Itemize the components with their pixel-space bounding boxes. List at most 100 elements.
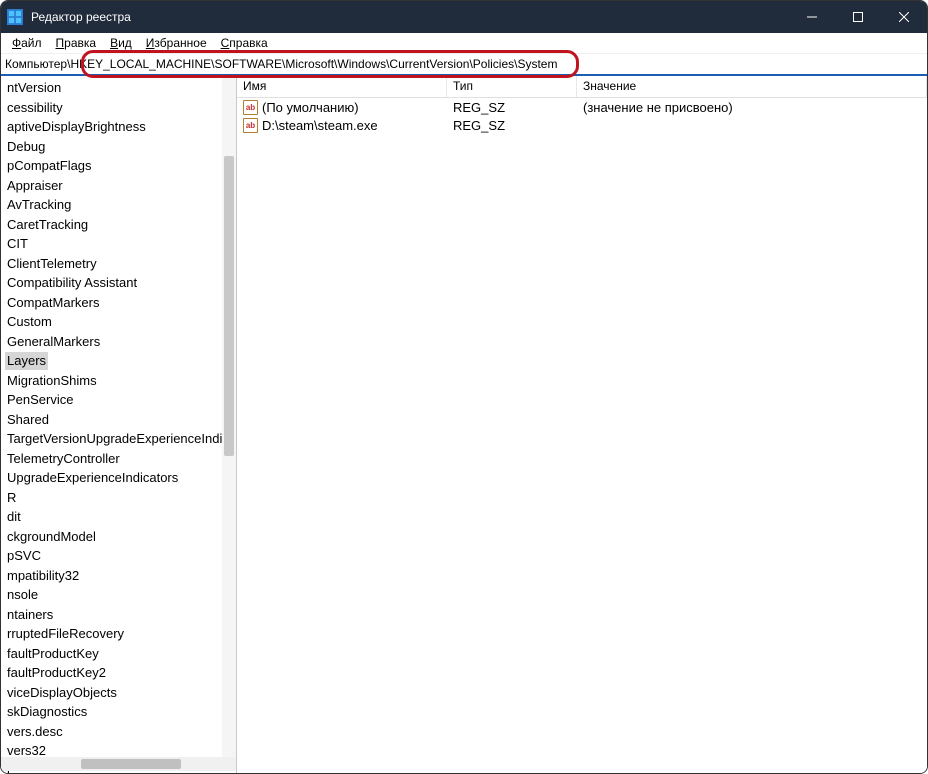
tree-item-label: TelemetryController: [5, 450, 122, 468]
tree-item[interactable]: faultProductKey: [1, 644, 236, 664]
value-type-cell: REG_SZ: [447, 100, 577, 115]
tree-item[interactable]: Layers: [1, 351, 236, 371]
tree-item[interactable]: Debug: [1, 137, 236, 157]
value-name: D:\steam\steam.exe: [262, 118, 378, 133]
tree-item[interactable]: Compatibility Assistant: [1, 273, 236, 293]
tree-item[interactable]: Shared: [1, 410, 236, 430]
tree-item-label: aptiveDisplayBrightness: [5, 118, 148, 136]
tree-item[interactable]: ckgroundModel: [1, 527, 236, 547]
tree-item-label: pCompatFlags: [5, 157, 94, 175]
tree-vertical-scrollbar[interactable]: [222, 76, 236, 757]
tree-item[interactable]: rruptedFileRecovery: [1, 624, 236, 644]
tree-item[interactable]: pCompatFlags: [1, 156, 236, 176]
menu-file[interactable]: Файл: [5, 34, 49, 52]
value-row[interactable]: ab (По умолчанию) REG_SZ(значение не присв…: [237, 98, 927, 116]
tree-item-label: ckgroundModel: [5, 528, 98, 546]
address-bar[interactable]: Компьютер \HKEY_LOCAL_MACHINE\SOFTWARE\M…: [1, 54, 927, 76]
column-header-data[interactable]: Значение: [577, 76, 927, 97]
menu-help[interactable]: Справка: [214, 34, 275, 52]
scrollbar-thumb[interactable]: [81, 759, 181, 769]
content-area: ntVersioncessibilityaptiveDisplayBrightn…: [1, 76, 927, 773]
tree-item[interactable]: R: [1, 488, 236, 508]
tree-item-label: ClientTelemetry: [5, 255, 99, 273]
tree-item-label: R: [5, 489, 18, 507]
scrollbar-thumb[interactable]: [224, 156, 234, 456]
tree-item-label: Appraiser: [5, 177, 65, 195]
tree-item-label: viceDisplayObjects: [5, 684, 119, 702]
tree-item[interactable]: vers.desc: [1, 722, 236, 742]
tree-item[interactable]: MigrationShims: [1, 371, 236, 391]
tree-item-label: TargetVersionUpgradeExperienceIndi: [5, 430, 224, 448]
tree-item[interactable]: faultProductKey2: [1, 663, 236, 683]
close-button[interactable]: [881, 1, 927, 33]
tree-item[interactable]: CIT: [1, 234, 236, 254]
values-pane[interactable]: Имя Тип Значение ab (По умолчанию) REG_SZ(…: [237, 76, 927, 773]
tree-horizontal-scrollbar[interactable]: [1, 757, 236, 771]
tree-item[interactable]: UpgradeExperienceIndicators: [1, 468, 236, 488]
menubar: Файл Правка Вид Избранное Справка: [1, 33, 927, 54]
tree-item[interactable]: Custom: [1, 312, 236, 332]
window-controls: [789, 1, 927, 33]
menu-edit[interactable]: Правка: [49, 34, 104, 52]
tree-item-label: faultProductKey: [5, 645, 101, 663]
tree-item[interactable]: PenService: [1, 390, 236, 410]
string-value-icon: ab: [243, 118, 258, 133]
tree-item-label: MigrationShims: [5, 372, 99, 390]
tree-item[interactable]: GeneralMarkers: [1, 332, 236, 352]
value-name-cell: ab (По умолчанию): [237, 100, 447, 115]
tree-item[interactable]: TargetVersionUpgradeExperienceIndi: [1, 429, 236, 449]
tree-item-label: dit: [5, 508, 23, 526]
values-header: Имя Тип Значение: [237, 76, 927, 98]
menu-favorites[interactable]: Избранное: [139, 34, 214, 52]
tree-item[interactable]: skDiagnostics: [1, 702, 236, 722]
tree-item[interactable]: nsole: [1, 585, 236, 605]
tree-item[interactable]: CompatMarkers: [1, 293, 236, 313]
value-type-cell: REG_SZ: [447, 118, 577, 133]
string-value-icon: ab: [243, 100, 258, 115]
tree-item[interactable]: Appraiser: [1, 176, 236, 196]
tree-item[interactable]: mpatibility32: [1, 566, 236, 586]
tree-item[interactable]: ntainers: [1, 605, 236, 625]
value-data-cell: (значение не присвоено): [577, 100, 927, 115]
tree-item-label: UpgradeExperienceIndicators: [5, 469, 180, 487]
tree-item-label: ntVersion: [5, 79, 63, 97]
tree-item-label: CompatMarkers: [5, 294, 101, 312]
column-header-type[interactable]: Тип: [447, 76, 577, 97]
tree-item[interactable]: ClientTelemetry: [1, 254, 236, 274]
registry-editor-window: Редактор реестра Файл Правка Вид Избранн…: [0, 0, 928, 774]
value-name: (По умолчанию): [262, 100, 359, 115]
tree-item[interactable]: CaretTracking: [1, 215, 236, 235]
value-name-cell: ab D:\steam\steam.exe: [237, 118, 447, 133]
tree-item-label: mpatibility32: [5, 567, 81, 585]
tree-item[interactable]: ntVersion: [1, 78, 236, 98]
tree-item[interactable]: cessibility: [1, 98, 236, 118]
registry-tree[interactable]: ntVersioncessibilityaptiveDisplayBrightn…: [1, 76, 237, 773]
tree-item-label: rruptedFileRecovery: [5, 625, 126, 643]
tree-item-label: ntainers: [5, 606, 55, 624]
value-row[interactable]: ab D:\steam\steam.exe REG_SZ: [237, 116, 927, 134]
tree-item[interactable]: viceDisplayObjects: [1, 683, 236, 703]
tree-item[interactable]: dit: [1, 507, 236, 527]
tree-item-label: vers.desc: [5, 723, 65, 741]
tree-item-label: Debug: [5, 138, 47, 156]
tree-item-label: skDiagnostics: [5, 703, 89, 721]
tree-item-label: GeneralMarkers: [5, 333, 102, 351]
tree-item[interactable]: AvTracking: [1, 195, 236, 215]
tree-item-label: PenService: [5, 391, 75, 409]
tree-item-label: pSVC: [5, 547, 43, 565]
tree-item-label: CIT: [5, 235, 30, 253]
tree-item-label: nsole: [5, 586, 40, 604]
window-title: Редактор реестра: [31, 10, 131, 24]
tree-item-label: Custom: [5, 313, 54, 331]
menu-view[interactable]: Вид: [103, 34, 139, 52]
tree-item[interactable]: aptiveDisplayBrightness: [1, 117, 236, 137]
minimize-button[interactable]: [789, 1, 835, 33]
tree-item-label: faultProductKey2: [5, 664, 108, 682]
tree-item-label: AvTracking: [5, 196, 73, 214]
maximize-button[interactable]: [835, 1, 881, 33]
column-header-name[interactable]: Имя: [237, 76, 447, 97]
tree-item[interactable]: TelemetryController: [1, 449, 236, 469]
tree-item[interactable]: pSVC: [1, 546, 236, 566]
tree-item-label: CaretTracking: [5, 216, 90, 234]
tree-item-label: Layers: [5, 352, 48, 370]
